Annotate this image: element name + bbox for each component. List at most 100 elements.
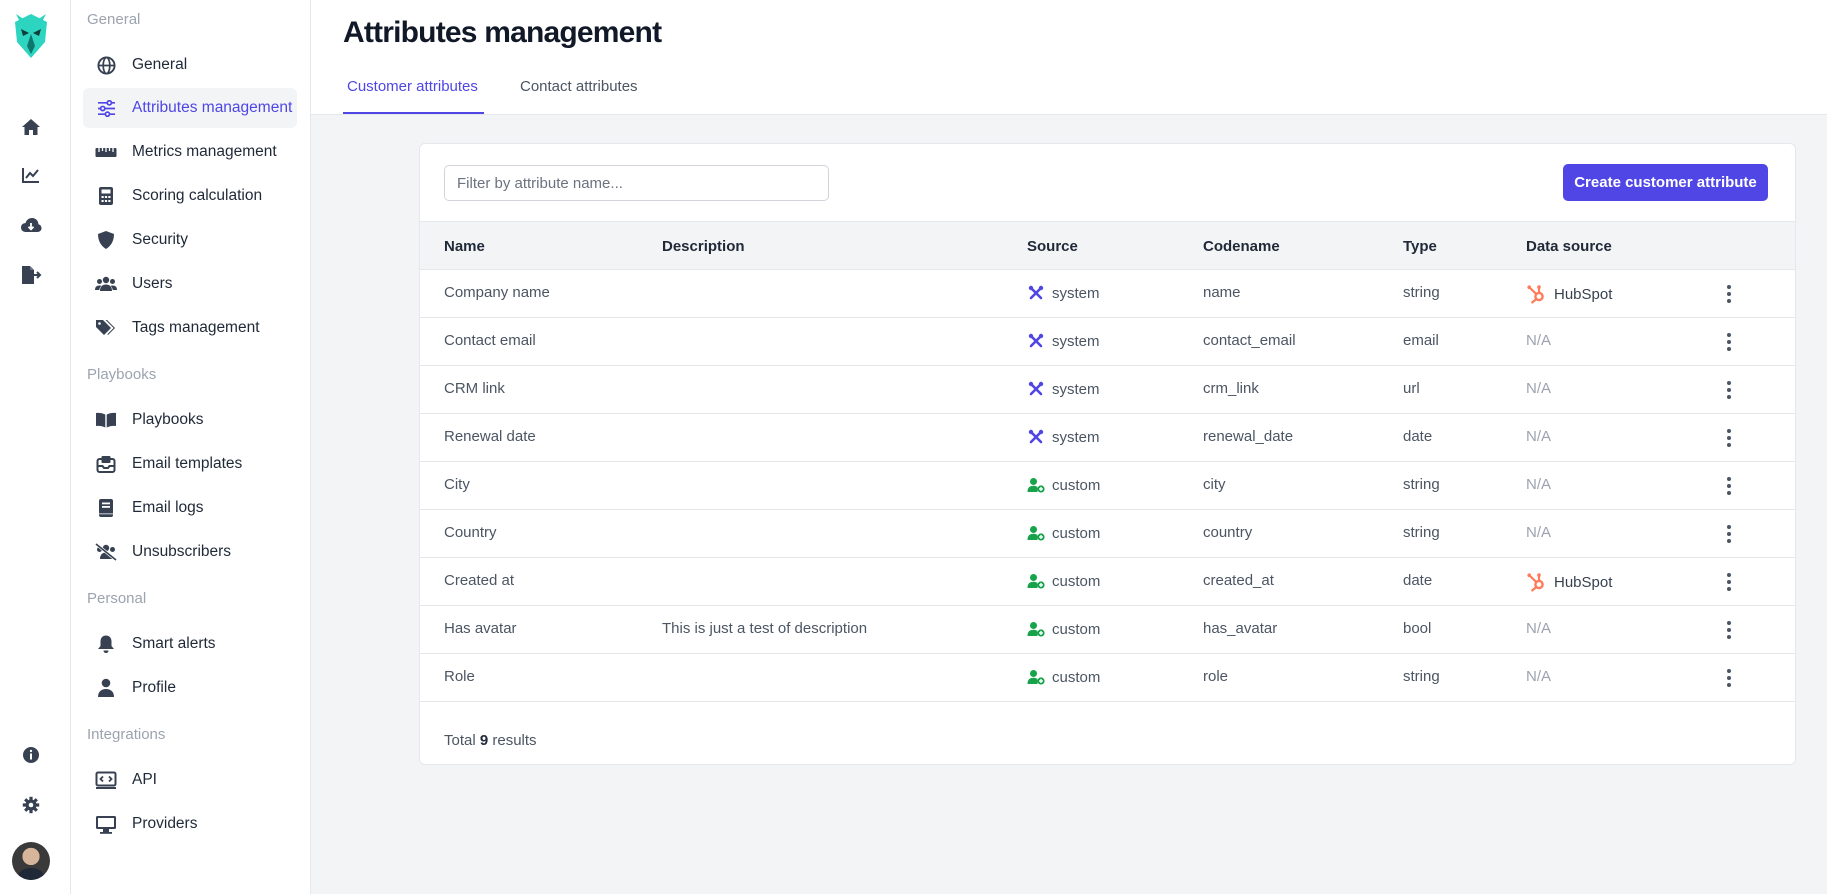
attribute-data-source: HubSpot xyxy=(1526,572,1612,592)
table-row[interactable]: City custom city string N/A xyxy=(420,462,1795,510)
attribute-data-source: N/A xyxy=(1526,668,1551,685)
sliders-icon xyxy=(95,97,117,119)
row-actions-menu-icon[interactable] xyxy=(1720,378,1738,402)
attribute-source: custom xyxy=(1027,620,1100,638)
sidebar-item-general[interactable]: General xyxy=(83,45,297,85)
attribute-source: system xyxy=(1027,284,1100,302)
icon-rail xyxy=(0,0,71,894)
source-label: custom xyxy=(1052,572,1101,590)
row-actions-menu-icon[interactable] xyxy=(1720,330,1738,354)
results-prefix: Total xyxy=(444,732,476,749)
settings-sidebar: General General Attributes management Me… xyxy=(71,0,311,894)
tab-contact-attributes[interactable]: Contact attributes xyxy=(520,78,638,95)
sidebar-item-attributes-management[interactable]: Attributes management xyxy=(83,88,297,128)
file-export-icon[interactable] xyxy=(20,264,42,286)
table-row[interactable]: CRM link system crm_link url N/A xyxy=(420,366,1795,414)
sidebar-item-label: Email templates xyxy=(132,455,243,472)
attribute-name: Role xyxy=(444,668,475,685)
sidebar-section-integrations: Integrations xyxy=(87,726,166,743)
code-icon xyxy=(95,769,117,791)
attribute-data-source: N/A xyxy=(1526,476,1551,493)
column-header-name[interactable]: Name xyxy=(444,238,485,255)
row-actions-menu-icon[interactable] xyxy=(1720,426,1738,450)
row-actions-menu-icon[interactable] xyxy=(1720,282,1738,306)
attribute-name: Company name xyxy=(444,284,550,301)
book-open-icon xyxy=(95,409,117,431)
sidebar-item-label: Attributes management xyxy=(132,99,293,116)
column-header-description[interactable]: Description xyxy=(662,238,745,255)
sidebar-item-email-templates[interactable]: Email templates xyxy=(83,444,297,484)
attribute-description: This is just a test of description xyxy=(662,620,868,637)
attribute-source: system xyxy=(1027,332,1100,350)
sidebar-section-personal: Personal xyxy=(87,590,147,607)
table-row[interactable]: Contact email system contact_email email N/A xyxy=(420,318,1795,366)
attribute-codename: name xyxy=(1203,284,1241,301)
sidebar-item-unsubscribers[interactable]: Unsubscribers xyxy=(83,532,297,572)
attribute-data-source: N/A xyxy=(1526,380,1551,397)
row-actions-menu-icon[interactable] xyxy=(1720,522,1738,546)
sidebar-item-users[interactable]: Users xyxy=(83,264,297,304)
settings-gear-icon[interactable] xyxy=(20,794,42,816)
row-actions-menu-icon[interactable] xyxy=(1720,570,1738,594)
sidebar-item-providers[interactable]: Providers xyxy=(83,804,297,844)
source-label: system xyxy=(1052,428,1100,446)
table-row[interactable]: Has avatar This is just a test of descrip… xyxy=(420,606,1795,654)
sidebar-item-tags-management[interactable]: Tags management xyxy=(83,308,297,348)
table-header: Name Description Source Codename Type Da… xyxy=(420,221,1795,270)
column-header-codename[interactable]: Codename xyxy=(1203,238,1280,255)
attribute-data-source: N/A xyxy=(1526,332,1551,349)
table-row[interactable]: Role custom role string N/A xyxy=(420,654,1795,702)
sidebar-item-label: Smart alerts xyxy=(132,635,216,652)
data-source-label: N/A xyxy=(1526,620,1552,637)
sidebar-item-profile[interactable]: Profile xyxy=(83,668,297,708)
attribute-type: email xyxy=(1403,332,1439,349)
system-tools-icon xyxy=(1027,380,1045,398)
column-header-data-source[interactable]: Data source xyxy=(1526,238,1612,255)
tab-customer-attributes[interactable]: Customer attributes xyxy=(347,78,478,95)
attribute-codename: role xyxy=(1203,668,1229,685)
logo-icon[interactable] xyxy=(12,12,50,60)
results-suffix: results xyxy=(492,732,537,749)
results-total: Total 9 results xyxy=(444,732,537,749)
create-customer-attribute-button[interactable]: Create customer attribute xyxy=(1563,164,1768,201)
column-header-type[interactable]: Type xyxy=(1403,238,1437,255)
users-slash-icon xyxy=(95,541,117,563)
attribute-codename: contact_email xyxy=(1203,332,1296,349)
sidebar-item-playbooks[interactable]: Playbooks xyxy=(83,400,297,440)
home-icon[interactable] xyxy=(20,116,42,138)
sidebar-item-api[interactable]: API xyxy=(83,760,297,800)
system-tools-icon xyxy=(1027,284,1045,302)
row-actions-menu-icon[interactable] xyxy=(1720,666,1738,690)
sidebar-section-general: General xyxy=(87,11,141,28)
row-actions-menu-icon[interactable] xyxy=(1720,474,1738,498)
table-row[interactable]: Country custom country string N/A xyxy=(420,510,1795,558)
user-icon xyxy=(95,677,117,699)
sidebar-item-security[interactable]: Security xyxy=(83,220,297,260)
custom-user-plus-icon xyxy=(1027,620,1045,638)
attribute-type: date xyxy=(1403,572,1433,589)
table-row[interactable]: Created at custom created_at date HubSpot xyxy=(420,558,1795,606)
attribute-type: url xyxy=(1403,380,1420,397)
attribute-type: string xyxy=(1403,476,1440,493)
analytics-icon[interactable] xyxy=(20,164,42,186)
avatar[interactable] xyxy=(12,842,50,880)
info-icon[interactable] xyxy=(20,744,42,766)
table-row[interactable]: Renewal date system renewal_date date N/A xyxy=(420,414,1795,462)
custom-user-plus-icon xyxy=(1027,572,1045,590)
sidebar-item-scoring-calculation[interactable]: Scoring calculation xyxy=(83,176,297,216)
cloud-download-icon[interactable] xyxy=(20,214,42,236)
sidebar-item-smart-alerts[interactable]: Smart alerts xyxy=(83,624,297,664)
sidebar-item-email-logs[interactable]: Email logs xyxy=(83,488,297,528)
custom-user-plus-icon xyxy=(1027,668,1045,686)
custom-user-plus-icon xyxy=(1027,524,1045,542)
column-header-source[interactable]: Source xyxy=(1027,238,1078,255)
attribute-codename: renewal_date xyxy=(1203,428,1294,445)
calculator-icon xyxy=(95,185,117,207)
sidebar-item-metrics-management[interactable]: Metrics management xyxy=(83,132,297,172)
attributes-card: Create customer attribute Name Descripti… xyxy=(419,143,1796,765)
filter-input[interactable] xyxy=(444,165,829,201)
row-actions-menu-icon[interactable] xyxy=(1720,618,1738,642)
table-row[interactable]: Company name system name string HubSpot xyxy=(420,270,1795,318)
attribute-name: Contact email xyxy=(444,332,536,349)
attribute-data-source: N/A xyxy=(1526,428,1551,445)
